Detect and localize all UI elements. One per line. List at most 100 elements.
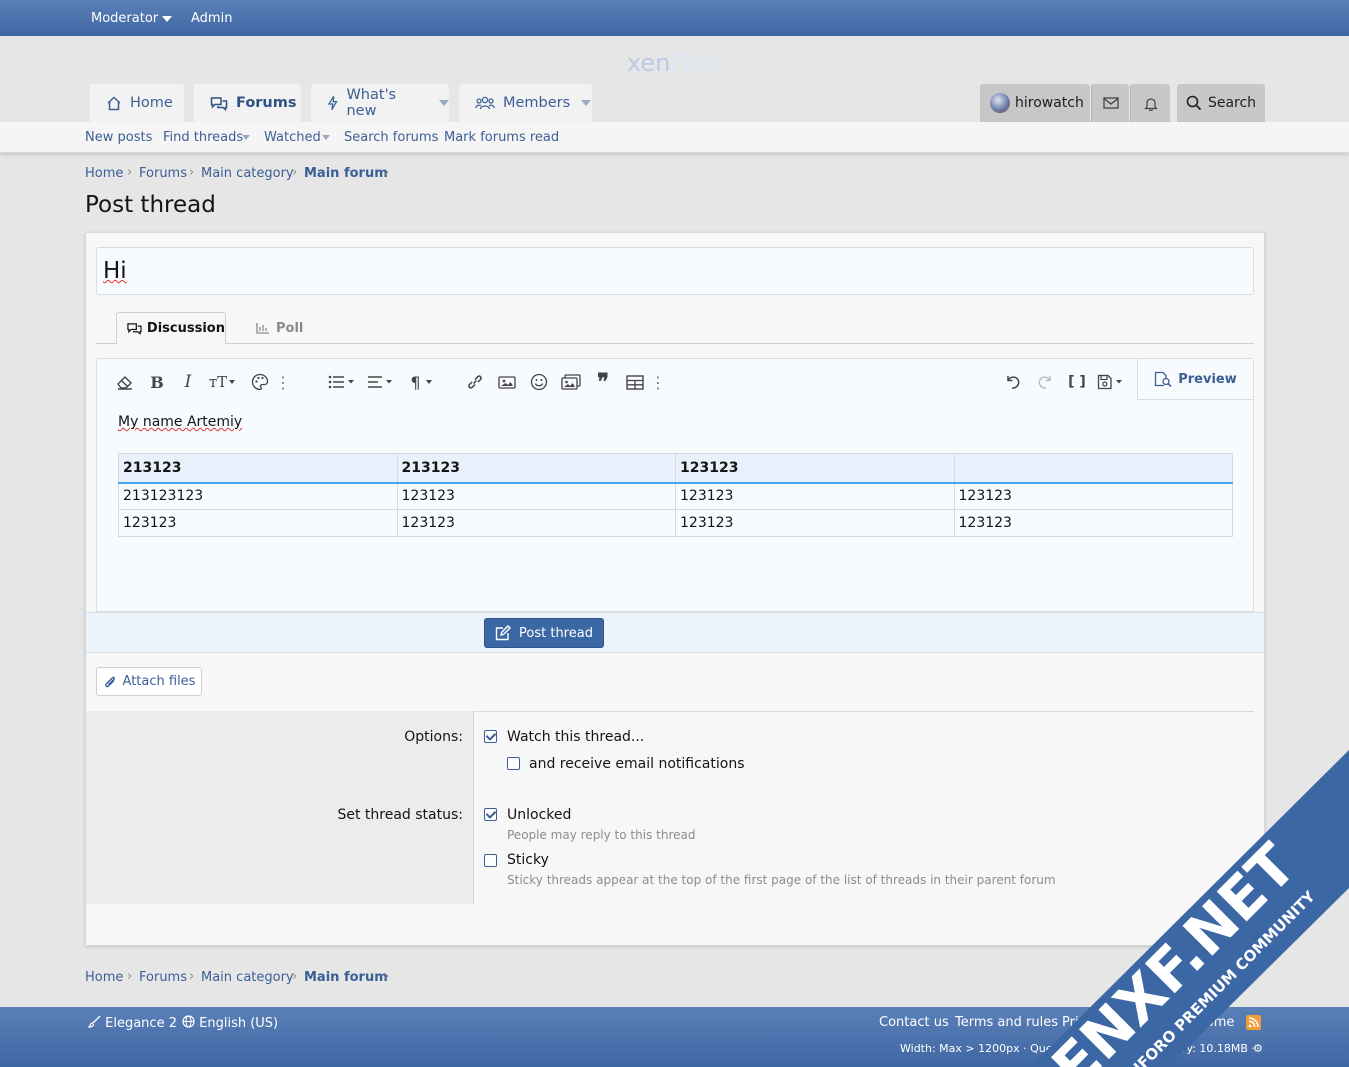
- breadcrumb-item[interactable]: Home: [85, 166, 123, 181]
- nav-tab-members[interactable]: Members: [459, 84, 592, 122]
- table-cell[interactable]: 123123: [118, 509, 398, 537]
- eraser-icon[interactable]: [115, 373, 135, 391]
- italic-icon[interactable]: I: [178, 372, 198, 392]
- table-header-cell[interactable]: [953, 453, 1233, 484]
- thread-type-tabs: Discussion Poll: [96, 312, 1254, 345]
- subnav-new-posts[interactable]: New posts: [85, 130, 152, 145]
- paperclip-icon: [104, 676, 115, 687]
- subnav-search-forums[interactable]: Search forums: [344, 130, 438, 145]
- table-cell[interactable]: 123123: [396, 482, 676, 510]
- table-cell[interactable]: 123123: [675, 482, 955, 510]
- subnav-mark-read[interactable]: Mark forums read: [444, 130, 559, 145]
- tab-poll[interactable]: Poll: [256, 312, 316, 344]
- email-notify-label[interactable]: and receive email notifications: [529, 756, 744, 772]
- chevron-down-icon[interactable]: [581, 100, 592, 106]
- admin-link[interactable]: Admin: [191, 11, 232, 26]
- table-header-cell[interactable]: 123123: [675, 453, 955, 484]
- table-cell[interactable]: 123123: [953, 482, 1233, 510]
- home-link[interactable]: Home: [1196, 1015, 1234, 1030]
- bold-icon[interactable]: B: [147, 373, 167, 392]
- watch-thread-label[interactable]: Watch this thread...: [507, 729, 644, 745]
- align-icon[interactable]: [367, 373, 395, 391]
- text-size-icon[interactable]: тT: [207, 373, 237, 391]
- preview-button[interactable]: Preview: [1137, 359, 1253, 400]
- conversations-button[interactable]: [1091, 84, 1129, 122]
- quote-icon[interactable]: ❞: [593, 369, 613, 395]
- email-notify-checkbox[interactable]: [507, 757, 520, 770]
- redo-icon[interactable]: [1035, 373, 1055, 391]
- help-link[interactable]: elp: [1162, 1015, 1182, 1030]
- debug-memory: 9s · Memory: 10.18MB ·: [1125, 1042, 1255, 1055]
- site-logo[interactable]: xenForo: [0, 49, 1349, 77]
- drafts-icon[interactable]: [1097, 373, 1125, 391]
- preview-icon: [1155, 371, 1172, 387]
- table-cell[interactable]: 123123: [953, 509, 1233, 537]
- editor-table[interactable]: 213123 213123 123123 213123123 123123 12…: [118, 453, 1233, 537]
- gear-icon[interactable]: ⚙: [1253, 1042, 1263, 1055]
- chevron-right-icon: ›: [127, 165, 133, 180]
- undo-icon[interactable]: [1003, 373, 1023, 391]
- nav-tab-members-label: Members: [503, 95, 571, 111]
- account-link[interactable]: hirowatch: [980, 84, 1090, 122]
- chevron-right-icon: ›: [189, 165, 195, 180]
- palette-icon[interactable]: [250, 373, 270, 391]
- options-labels: Options: Set thread status:: [86, 711, 474, 904]
- language-chooser[interactable]: English (US): [182, 1015, 278, 1031]
- avatar: [990, 93, 1010, 113]
- comments-icon: [210, 96, 228, 111]
- media-icon[interactable]: [561, 373, 581, 391]
- chevron-down-icon[interactable]: [439, 100, 449, 106]
- breadcrumb-item[interactable]: Forums: [139, 166, 187, 181]
- moderator-menu[interactable]: Moderator: [91, 11, 173, 26]
- users-icon: [475, 96, 495, 110]
- breadcrumb-item[interactable]: Main category: [201, 166, 294, 181]
- nav-tab-forums[interactable]: Forums: [194, 84, 301, 122]
- thread-title-input[interactable]: Hi: [96, 247, 1254, 295]
- more-options-icon[interactable]: ⋮: [650, 373, 666, 392]
- unlocked-label[interactable]: Unlocked: [507, 807, 571, 823]
- sticky-checkbox[interactable]: [484, 854, 497, 867]
- breadcrumb-item[interactable]: Home: [85, 970, 123, 985]
- privacy-link[interactable]: Pri: [1062, 1015, 1079, 1030]
- moderator-label: Moderator: [91, 11, 159, 26]
- attach-files-button[interactable]: Attach files: [96, 667, 202, 696]
- unlocked-checkbox[interactable]: [484, 808, 497, 821]
- breadcrumb-item[interactable]: Main category: [201, 970, 294, 985]
- table-cell[interactable]: 123123: [396, 509, 676, 537]
- rss-icon[interactable]: [1246, 1015, 1261, 1030]
- terms-link[interactable]: Terms and rules: [955, 1015, 1058, 1030]
- message-editor[interactable]: B I тT ⋮ ¶ ❞ ⋮ [ ] Preview My name Artem…: [96, 358, 1254, 612]
- alerts-button[interactable]: [1130, 84, 1170, 122]
- link-icon[interactable]: [465, 373, 485, 391]
- post-thread-button[interactable]: Post thread: [484, 618, 604, 648]
- bbcode-toggle-icon[interactable]: [ ]: [1067, 373, 1087, 391]
- smiley-icon[interactable]: [529, 373, 549, 391]
- chevron-down-icon[interactable]: [322, 135, 330, 140]
- table-icon[interactable]: [625, 373, 645, 391]
- contact-link[interactable]: Contact us: [879, 1015, 949, 1030]
- brush-icon: [87, 1015, 101, 1028]
- image-icon[interactable]: [497, 373, 517, 391]
- more-options-icon[interactable]: ⋮: [275, 373, 291, 392]
- bolt-icon: [327, 95, 338, 111]
- nav-tab-whats-new[interactable]: What's new: [311, 84, 449, 122]
- table-header-cell[interactable]: 213123: [396, 453, 676, 484]
- submit-bar: Post thread: [86, 612, 1264, 653]
- subnav-find-threads[interactable]: Find threads: [163, 130, 243, 145]
- style-chooser[interactable]: Elegance 2: [87, 1015, 177, 1031]
- sticky-label[interactable]: Sticky: [507, 852, 549, 868]
- paragraph-icon[interactable]: ¶: [407, 373, 435, 392]
- table-cell[interactable]: 213123123: [118, 482, 398, 510]
- nav-tab-home[interactable]: Home: [90, 84, 184, 122]
- subnav-watched[interactable]: Watched: [264, 130, 321, 145]
- list-icon[interactable]: [327, 373, 357, 391]
- search-button[interactable]: Search: [1177, 84, 1265, 122]
- breadcrumb-item[interactable]: Main forum: [304, 166, 388, 181]
- chevron-down-icon[interactable]: [242, 135, 250, 140]
- breadcrumb-item[interactable]: Main forum: [304, 970, 388, 985]
- watch-thread-checkbox[interactable]: [484, 730, 497, 743]
- table-cell[interactable]: 123123: [675, 509, 955, 537]
- breadcrumb-item[interactable]: Forums: [139, 970, 187, 985]
- tab-discussion[interactable]: Discussion: [116, 312, 226, 345]
- table-header-cell[interactable]: 213123: [118, 453, 398, 484]
